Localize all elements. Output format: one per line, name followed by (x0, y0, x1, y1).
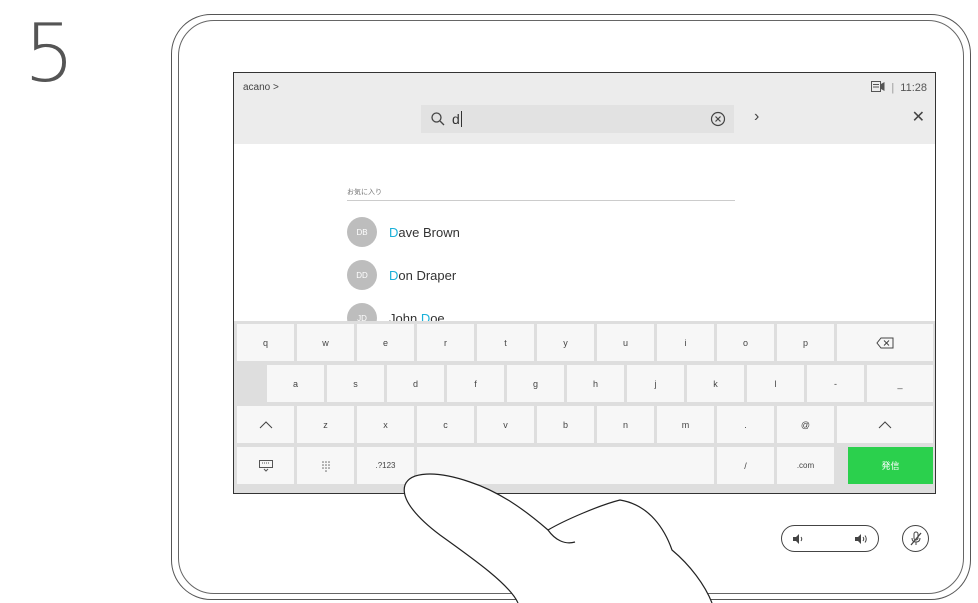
volume-down-icon[interactable] (792, 533, 804, 545)
mic-mute-button[interactable] (902, 525, 929, 552)
hand-pointer-illustration (403, 473, 713, 603)
volume-control[interactable] (781, 525, 879, 552)
volume-up-icon[interactable] (854, 533, 868, 545)
mic-mute-icon (910, 531, 922, 546)
